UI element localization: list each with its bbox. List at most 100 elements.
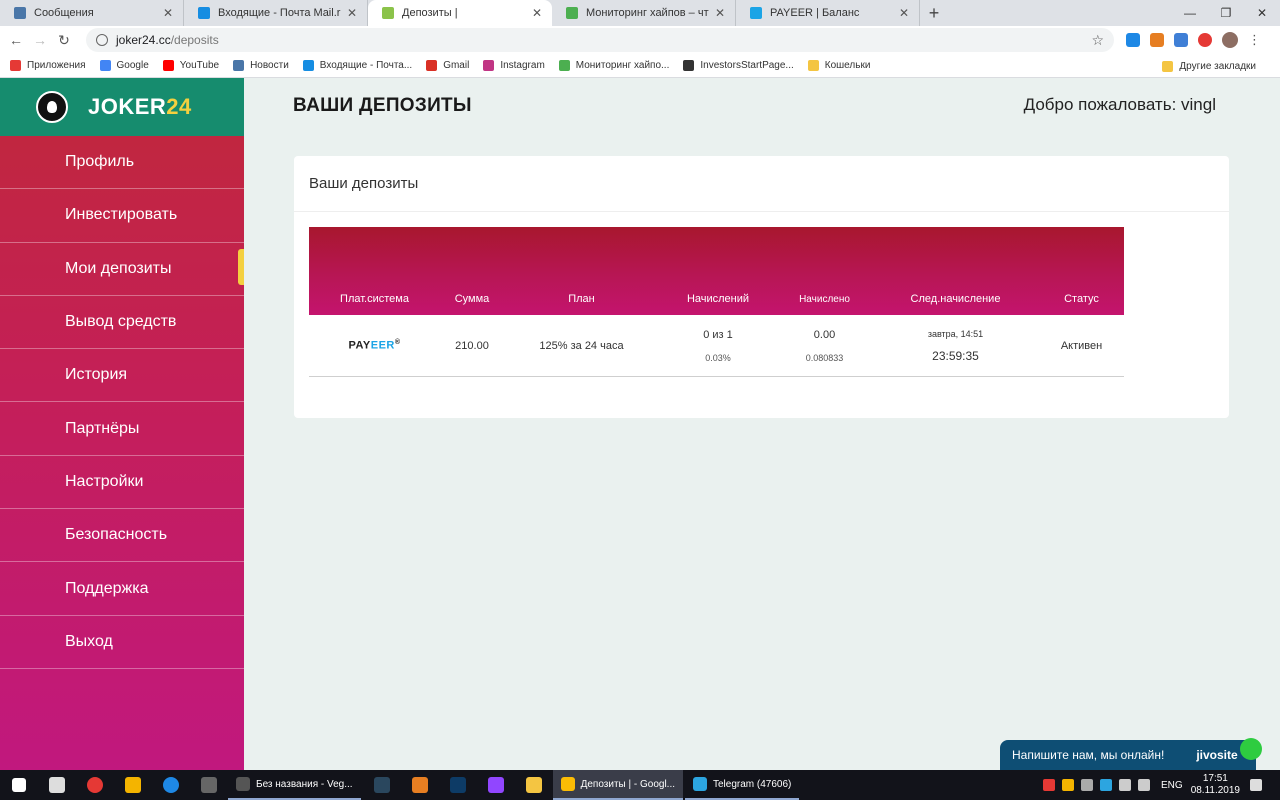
opera-icon[interactable] xyxy=(76,770,114,800)
extension-icon-4[interactable] xyxy=(1198,33,1212,47)
taskbar-app[interactable]: Без названия - Veg... xyxy=(228,770,361,800)
chat-widget[interactable]: Напишите нам, мы онлайн! jivosite xyxy=(1000,738,1262,770)
brand[interactable]: JOKER24 xyxy=(0,78,244,136)
taskbar-app[interactable]: Telegram (47606) xyxy=(685,770,800,800)
sidebar-item[interactable]: Партнёры xyxy=(0,402,244,456)
sidebar-item[interactable]: Выход xyxy=(0,616,244,669)
system-tray: ENG 17:51 08.11.2019 xyxy=(1043,770,1280,800)
extension-icon-3[interactable] xyxy=(1174,33,1188,47)
bookmark-item[interactable]: Мониторинг хайпо... xyxy=(558,60,669,71)
tray-icon-1[interactable] xyxy=(1043,779,1056,791)
bookmark-item[interactable]: Новости xyxy=(233,60,289,71)
edge-icon[interactable] xyxy=(152,770,190,800)
restore-icon[interactable]: ❐ xyxy=(1208,0,1244,26)
extension-icon-1[interactable] xyxy=(1126,33,1140,47)
other-bookmarks[interactable]: Другие закладки xyxy=(1162,54,1256,78)
bookmark-item[interactable]: Google xyxy=(99,60,149,71)
bookmark-label: InvestorsStartPage... xyxy=(700,60,794,71)
bookmark-item[interactable]: Приложения xyxy=(10,60,86,71)
sidebar-item[interactable]: Вывод средств xyxy=(0,296,244,350)
taskbar-app[interactable]: Депозиты | - Googl... xyxy=(552,770,683,800)
photoshop-icon[interactable] xyxy=(439,770,477,800)
new-tab-button[interactable]: + xyxy=(920,0,948,26)
tray-icon-2[interactable] xyxy=(1062,779,1075,791)
bookmark-item[interactable]: Instagram xyxy=(483,60,545,71)
browser-tab[interactable]: Сообщения ✕ xyxy=(0,0,184,26)
clock[interactable]: 17:51 08.11.2019 xyxy=(1191,773,1240,797)
sidebar-item[interactable]: Поддержка xyxy=(0,562,244,616)
sidebar-item-label: Профиль xyxy=(65,153,135,171)
notifications-icon[interactable] xyxy=(1250,779,1262,791)
browser-tab[interactable]: Депозиты | ✕ xyxy=(368,0,552,26)
col-header-plan: План xyxy=(568,293,595,305)
bookmark-label: Google xyxy=(116,60,149,71)
other-bookmarks-label: Другие закладки xyxy=(1179,60,1256,72)
url-field[interactable]: joker24.cc/deposits ☆ xyxy=(86,28,1114,52)
tab-favicon-icon xyxy=(750,7,762,19)
bookmark-item[interactable]: YouTube xyxy=(162,60,220,71)
windows-icon xyxy=(12,778,26,792)
next-date: завтра, 14:51 xyxy=(927,328,984,339)
browser-icon[interactable] xyxy=(401,770,439,800)
bookmark-item[interactable]: InvestorsStartPage... xyxy=(683,60,794,71)
bookmark-label: Новости xyxy=(250,60,289,71)
folder-icon[interactable] xyxy=(515,770,553,800)
sidebar-item[interactable]: Профиль xyxy=(0,136,244,190)
reload-icon[interactable]: ↻ xyxy=(52,32,76,49)
bookmark-item[interactable]: Gmail xyxy=(426,60,469,71)
main-content: ВАШИ ДЕПОЗИТЫ Добро пожаловать: vingl Ва… xyxy=(244,78,1280,770)
browser-tab[interactable]: PAYEER | Баланс ✕ xyxy=(736,0,920,26)
sidebar-item-label: История xyxy=(65,366,128,384)
accrued-value: 0.00 xyxy=(813,328,836,341)
calculator-icon[interactable] xyxy=(190,770,228,800)
menu-dots-icon[interactable]: ⋮ xyxy=(1248,33,1261,47)
forward-icon[interactable]: → xyxy=(28,32,52,48)
taskbar-apps: Без названия - Veg... Депозиты | - Googl.… xyxy=(228,770,801,800)
sidebar-item[interactable]: Мои депозиты xyxy=(0,243,244,296)
browser-tab[interactable]: Мониторинг хайпов – что это и ✕ xyxy=(552,0,736,26)
browser-tab[interactable]: Входящие - Почта Mail.ru ✕ xyxy=(184,0,368,26)
bookmark-icon xyxy=(162,60,174,71)
profile-avatar[interactable] xyxy=(1222,32,1238,48)
sidebar-item[interactable]: Инвестировать xyxy=(0,189,244,243)
close-tab-icon[interactable]: ✕ xyxy=(899,6,909,20)
brand-name: JOKER24 xyxy=(88,94,192,119)
extension-icon-2[interactable] xyxy=(1150,33,1164,47)
close-tab-icon[interactable]: ✕ xyxy=(532,6,542,20)
close-window-icon[interactable]: ✕ xyxy=(1244,0,1280,26)
twitch-icon[interactable] xyxy=(477,770,515,800)
site-info-icon[interactable] xyxy=(96,34,108,46)
bookmark-label: Gmail xyxy=(443,60,470,71)
bookmark-item[interactable]: Кошельки xyxy=(807,60,870,71)
close-tab-icon[interactable]: ✕ xyxy=(347,6,357,20)
tray-icon-3[interactable] xyxy=(1081,779,1094,791)
sidebar-item-label: Безопасность xyxy=(65,526,168,544)
bookmark-star-icon[interactable]: ☆ xyxy=(1091,32,1104,49)
steam-icon[interactable] xyxy=(363,770,401,800)
window-controls: — ❐ ✕ xyxy=(1172,0,1280,26)
close-tab-icon[interactable]: ✕ xyxy=(715,6,725,20)
sidebar-item[interactable]: Настройки xyxy=(0,456,244,510)
volume-icon[interactable] xyxy=(1138,779,1151,791)
folder-icon xyxy=(1162,60,1174,72)
brush-icon[interactable] xyxy=(114,770,152,800)
bookmark-item[interactable]: Входящие - Почта... xyxy=(302,60,412,71)
deposits-card: Ваши депозиты Плат.система Сумма План На… xyxy=(294,156,1229,418)
tab-title: PAYEER | Баланс xyxy=(770,7,860,19)
minimize-icon[interactable]: — xyxy=(1172,0,1208,26)
back-icon[interactable]: ← xyxy=(4,32,28,48)
sidebar-item[interactable]: История xyxy=(0,349,244,403)
start-button[interactable] xyxy=(0,770,38,800)
close-tab-icon[interactable]: ✕ xyxy=(163,6,173,20)
sidebar-item-label: Настройки xyxy=(65,472,144,490)
bookmark-label: YouTube xyxy=(179,60,220,71)
tray-icon-4[interactable] xyxy=(1100,779,1113,791)
mail-icon[interactable] xyxy=(38,770,76,800)
bookmark-label: Приложения xyxy=(27,60,86,71)
network-icon[interactable] xyxy=(1119,779,1132,791)
sidebar-item[interactable]: Безопасность xyxy=(0,509,244,563)
cell-accruals: 0 из 1 0.03% xyxy=(659,315,777,376)
language-indicator[interactable]: ENG xyxy=(1161,780,1183,791)
tab-favicon-icon xyxy=(382,7,394,19)
cell-accrued: 0.00 0.080833 xyxy=(777,315,872,376)
